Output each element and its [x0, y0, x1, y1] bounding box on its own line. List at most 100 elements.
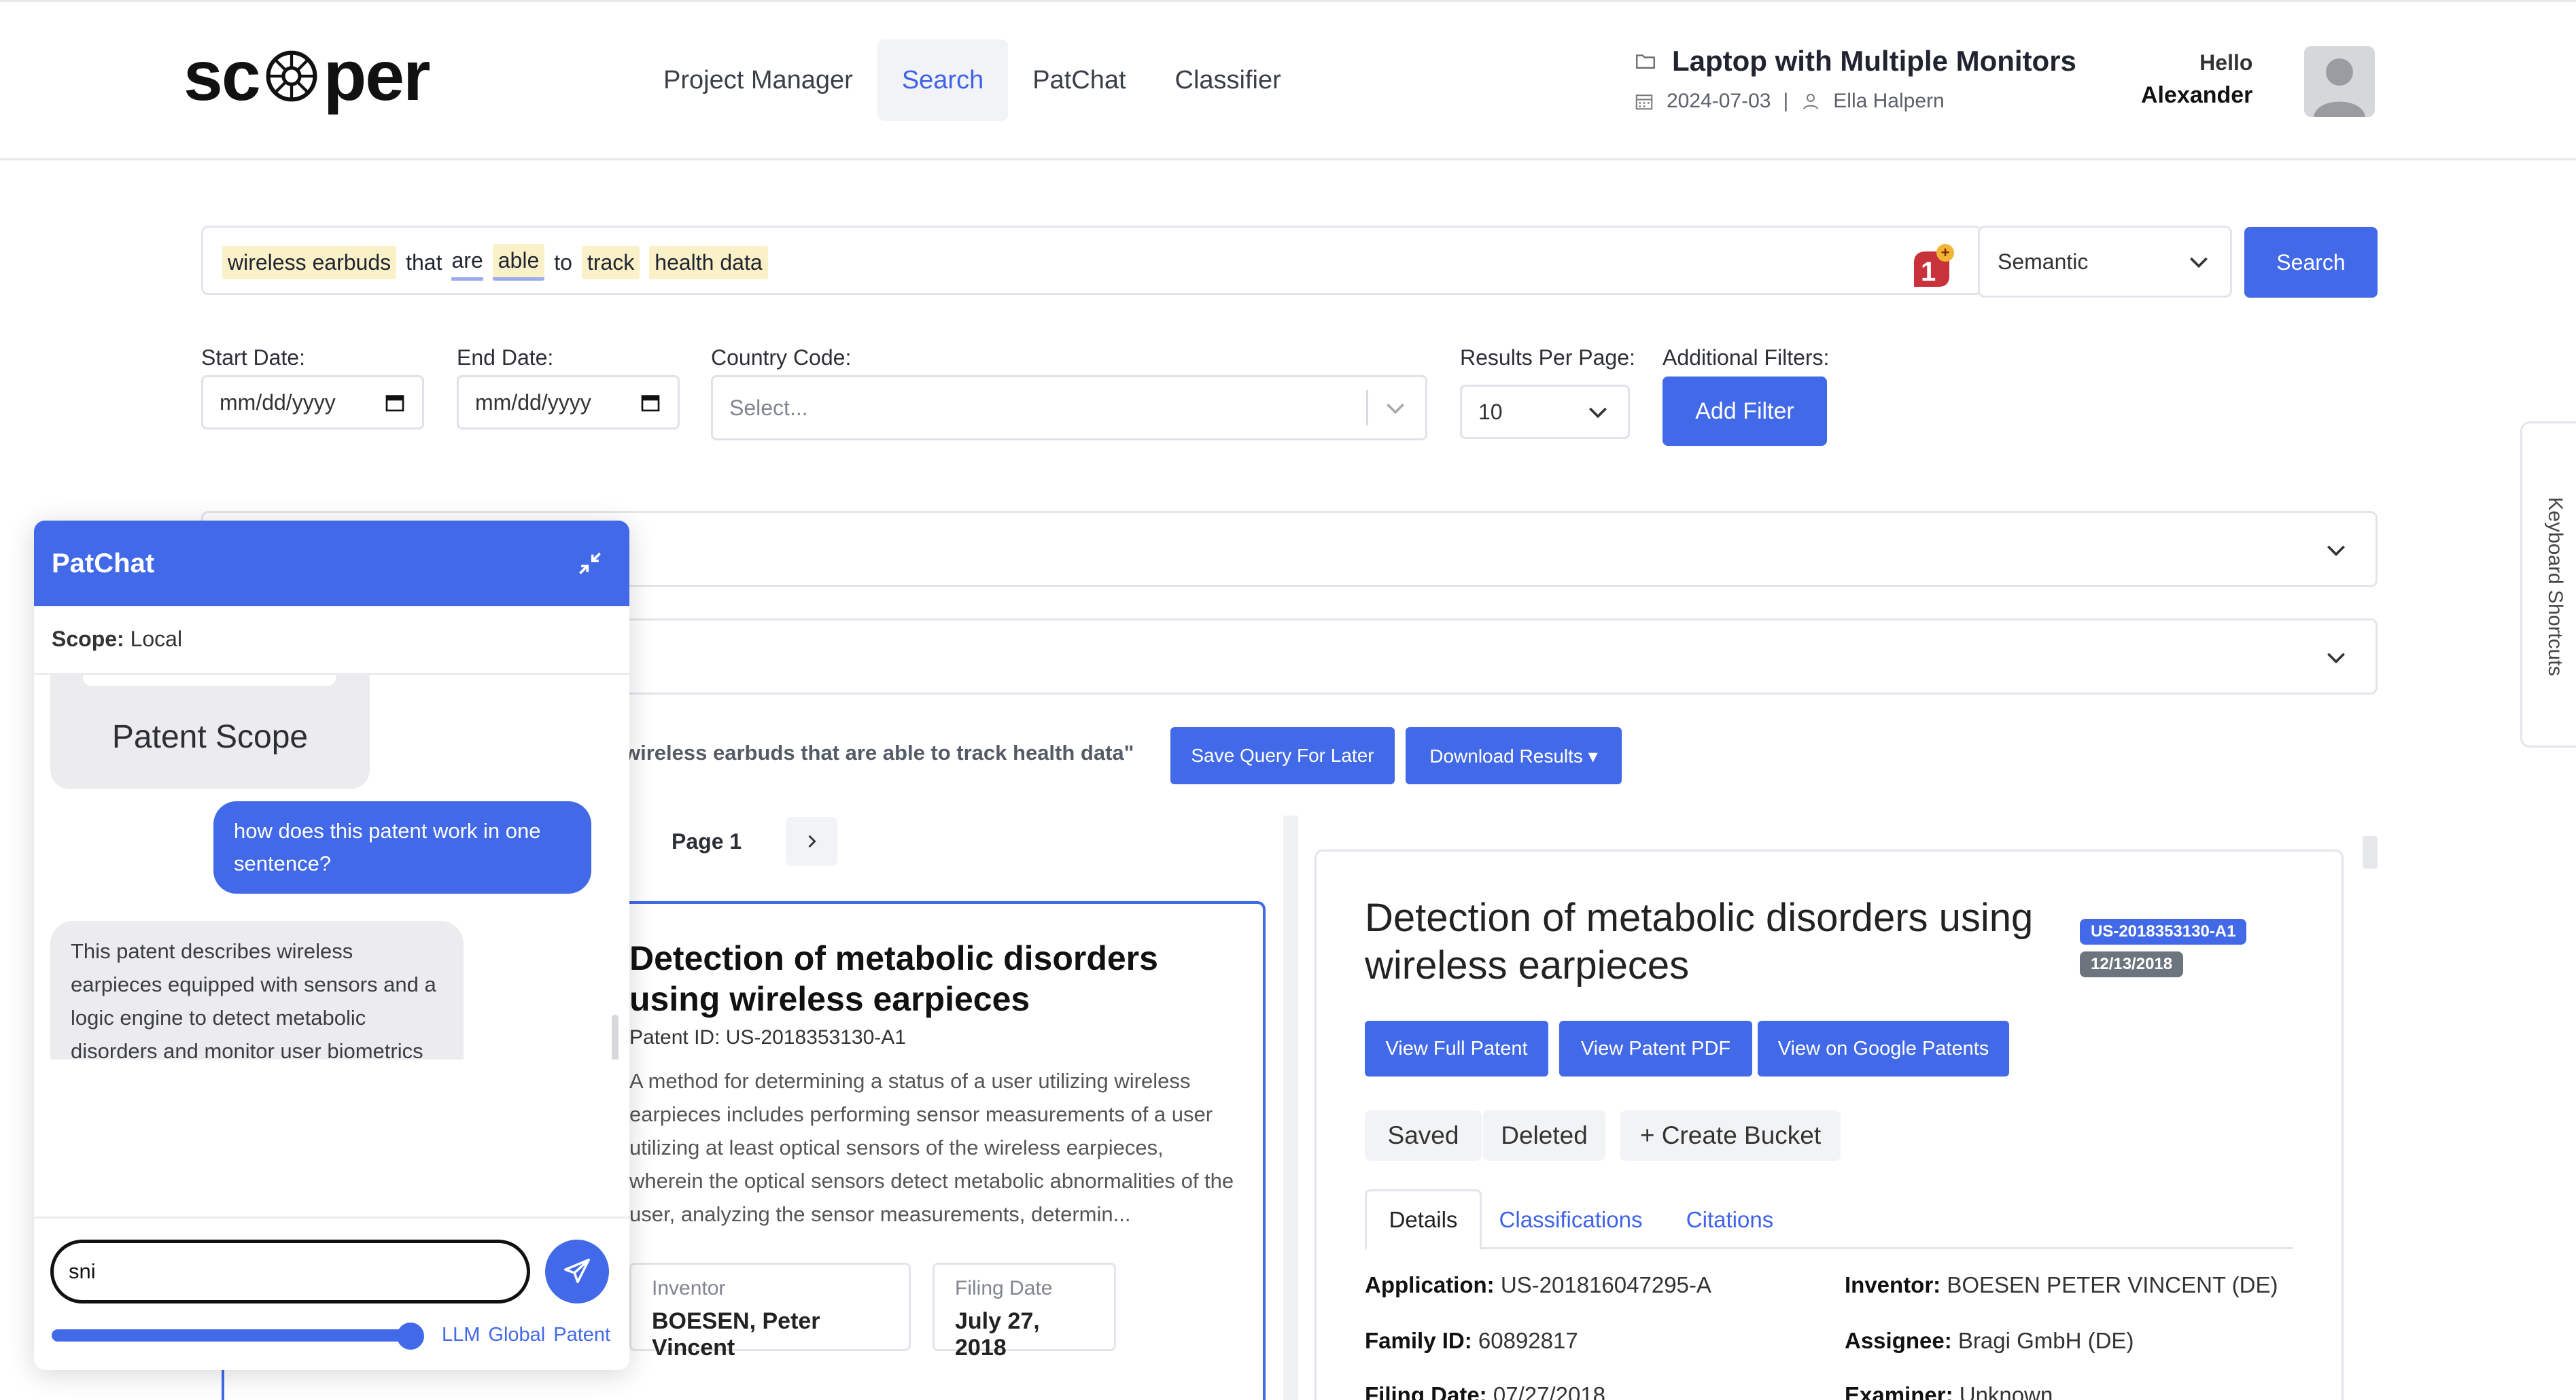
chevron-down-icon	[2327, 652, 2345, 664]
add-filter-button[interactable]: Add Filter	[1663, 377, 1827, 446]
start-date-placeholder: mm/dd/yyyy	[220, 389, 336, 415]
nav-classifier[interactable]: Classifier	[1151, 39, 1306, 121]
chevron-down-icon	[1589, 407, 1607, 419]
query-token[interactable]: health data	[649, 245, 768, 279]
nav-search[interactable]: Search	[877, 39, 1009, 121]
keyboard-shortcuts-tab[interactable]: Keyboard Shortcuts	[2520, 421, 2576, 748]
mode-patent[interactable]: Patent	[553, 1324, 610, 1346]
search-mode-value: Semantic	[1998, 249, 2089, 274]
scope-card-inner	[83, 675, 336, 686]
start-date-label: Start Date:	[201, 345, 305, 370]
keyboard-shortcuts-label: Keyboard Shortcuts	[2544, 497, 2566, 676]
next-page-button[interactable]	[786, 817, 837, 866]
project-title[interactable]: Laptop with Multiple Monitors	[1672, 45, 2076, 77]
inventor-detail-value: BOESEN PETER VINCENT (DE)	[1947, 1272, 2278, 1297]
query-token[interactable]: are	[451, 244, 483, 281]
start-date-input[interactable]: mm/dd/yyyy	[201, 375, 424, 430]
chevron-down-icon	[2327, 545, 2345, 557]
logo-cog-icon	[266, 50, 317, 102]
chat-scrollbar[interactable]	[612, 1015, 619, 1060]
country-code-select[interactable]: Select...	[711, 375, 1427, 440]
detail-examiner: Examiner: Unknown	[1845, 1382, 2053, 1400]
inventor-key: Inventor:	[1845, 1272, 1941, 1297]
tab-details[interactable]: Details	[1365, 1189, 1482, 1250]
save-query-button[interactable]: Save Query For Later	[1170, 727, 1395, 784]
result-abstract: A method for determining a status of a u…	[629, 1069, 1234, 1226]
user-greeting: Hello Alexander	[2141, 50, 2252, 109]
mode-global[interactable]: Global	[488, 1324, 545, 1346]
chevron-right-icon	[808, 835, 816, 848]
logo-text-right: per	[323, 36, 431, 116]
saved-chip[interactable]: Saved	[1365, 1110, 1482, 1161]
patchat-header: PatChat	[34, 521, 629, 606]
patchat-panel: PatChat Scope: Local Patent Scope how do…	[34, 521, 629, 1370]
user-name: Alexander	[2141, 82, 2253, 108]
scope-label: Scope:	[52, 627, 124, 651]
collapse-icon[interactable]	[575, 548, 605, 578]
detail-inventor: Inventor: BOESEN PETER VINCENT (DE)	[1845, 1272, 2278, 1298]
detail-id-pill: US-2018353130-A1	[2080, 919, 2247, 945]
assistant-message: This patent describes wireless earpieces…	[50, 921, 464, 1060]
suggestion-badge-icon[interactable]: + 1	[1907, 242, 1957, 292]
end-date-input[interactable]: mm/dd/yyyy	[457, 375, 680, 430]
project-separator: |	[1783, 90, 1789, 112]
query-token[interactable]: able	[492, 244, 545, 281]
application-key: Application:	[1365, 1272, 1495, 1297]
download-results-button[interactable]: Download Results ▾	[1406, 727, 1622, 784]
detail-scrollbar[interactable]	[2363, 836, 2378, 869]
results-per-page-label: Results Per Page:	[1460, 345, 1635, 370]
view-patent-pdf-button[interactable]: View Patent PDF	[1559, 1021, 1752, 1077]
country-code-placeholder: Select...	[729, 395, 808, 420]
deleted-chip[interactable]: Deleted	[1483, 1110, 1605, 1161]
chat-input[interactable]	[50, 1240, 530, 1303]
mode-llm[interactable]: LLM	[442, 1324, 480, 1346]
query-token[interactable]: to	[554, 246, 572, 279]
chevron-down-icon	[1387, 403, 1404, 415]
avatar[interactable]	[2304, 46, 2375, 117]
user-icon	[1803, 94, 1819, 109]
view-full-patent-button[interactable]: View Full Patent	[1365, 1021, 1548, 1077]
patent-scope-card[interactable]: Patent Scope	[50, 675, 370, 789]
chat-messages[interactable]: Patent Scope how does this patent work i…	[34, 675, 629, 1060]
filing-date-label: Filing Date	[955, 1277, 1053, 1299]
patent-scope-text: Patent Scope	[111, 719, 309, 755]
scope-slider-handle[interactable]	[397, 1323, 424, 1350]
tab-classifications[interactable]: Classifications	[1489, 1189, 1653, 1250]
filing-date-value: July 27, 2018	[955, 1308, 1040, 1361]
svg-text:+: +	[1941, 244, 1950, 261]
detail-application: Application: US-201816047295-A	[1365, 1272, 1711, 1298]
result-title[interactable]: Detection of metabolic disorders using w…	[629, 938, 1241, 1019]
scope-slider-track[interactable]	[52, 1329, 419, 1342]
folder-icon	[1636, 54, 1655, 69]
scoper-logo[interactable]: sc per	[184, 35, 431, 117]
calendar-icon	[641, 395, 660, 412]
filing-date-box: Filing Date July 27, 2018	[933, 1263, 1116, 1361]
project-info: Laptop with Multiple Monitors 2024-07-03…	[1634, 45, 2076, 113]
greeting-text: Hello	[2199, 50, 2253, 75]
chevron-down-icon	[2190, 257, 2208, 268]
inventor-box: Inventor BOESEN, Peter Vincent	[629, 1263, 911, 1361]
patchat-title: PatChat	[52, 548, 155, 578]
search-query-box[interactable]: wireless earbuds that are able to track …	[201, 226, 1982, 295]
search-mode-select[interactable]: Semantic	[1978, 226, 2232, 298]
logo-text-left: sc	[184, 36, 261, 116]
tab-citations[interactable]: Citations	[1658, 1189, 1801, 1250]
divider	[34, 1217, 629, 1219]
query-token[interactable]: wireless earbuds	[222, 245, 397, 279]
country-code-label: Country Code:	[711, 345, 852, 370]
view-google-patents-button[interactable]: View on Google Patents	[1758, 1021, 2009, 1077]
family-value: 60892817	[1478, 1328, 1578, 1353]
pane-splitter[interactable]	[1283, 816, 1298, 1400]
page-indicator: Page 1	[672, 829, 742, 854]
query-token[interactable]: that	[406, 246, 442, 279]
nav-patchat[interactable]: PatChat	[1008, 39, 1150, 121]
query-tokens: wireless earbuds that are able to track …	[222, 244, 768, 281]
create-bucket-chip[interactable]: + Create Bucket	[1620, 1110, 1841, 1161]
results-per-page-select[interactable]: 10	[1460, 385, 1630, 439]
application-value: US-201816047295-A	[1500, 1272, 1711, 1297]
nav-project-manager[interactable]: Project Manager	[639, 39, 877, 121]
query-token[interactable]: track	[581, 245, 640, 279]
send-button[interactable]	[545, 1240, 609, 1303]
search-button[interactable]: Search	[2244, 227, 2378, 298]
end-date-label: End Date:	[457, 345, 554, 370]
